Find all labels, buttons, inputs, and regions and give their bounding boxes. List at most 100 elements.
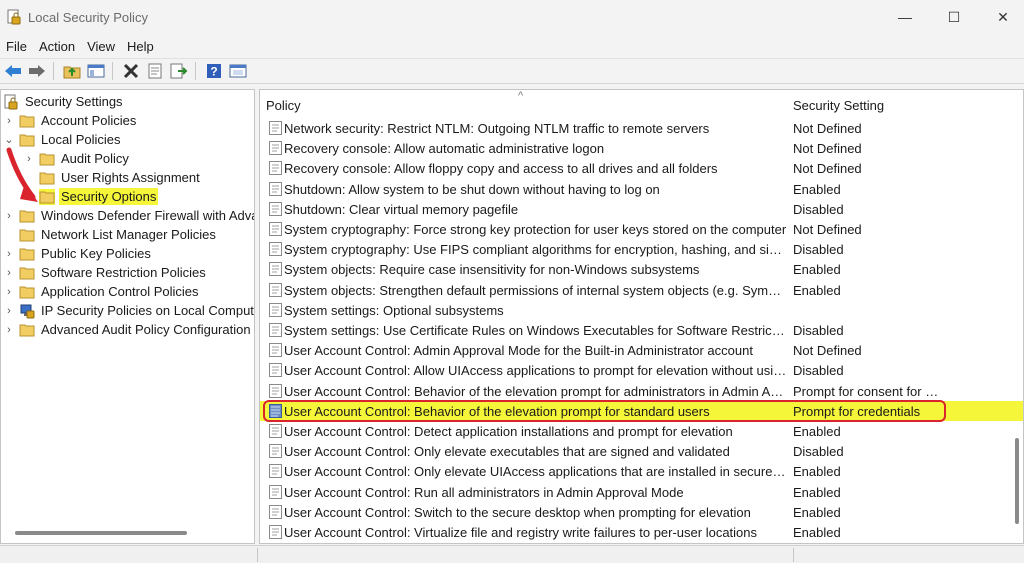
table-row[interactable]: User Account Control: Allow UIAccess app… [260, 360, 1023, 380]
table-row[interactable]: User Account Control: Behavior of the el… [260, 401, 1023, 421]
policy-name: System settings: Use Certificate Rules o… [284, 323, 787, 338]
tree-item-windows-defender-firewall[interactable]: › Windows Defender Firewall with Advan [3, 206, 255, 225]
menu-bar: File Action View Help [0, 36, 160, 56]
delete-icon[interactable] [120, 60, 142, 82]
security-setting-value: Disabled [793, 202, 844, 217]
tree-item-security-settings[interactable]: Security Settings [3, 92, 125, 111]
tree-horizontal-scrollbar[interactable] [15, 531, 187, 535]
tree-item-software-restriction-policies[interactable]: › Software Restriction Policies [3, 263, 208, 282]
security-setting-value: Prompt for consent for n... [793, 384, 941, 399]
tree-item-label: Security Settings [25, 94, 123, 109]
export-list-icon[interactable] [168, 60, 190, 82]
table-row[interactable]: System cryptography: Use FIPS compliant … [260, 239, 1023, 259]
table-row[interactable]: User Account Control: Behavior of the el… [260, 381, 1023, 401]
local-security-policy-app-icon [6, 9, 22, 25]
policy-setting-icon [269, 485, 282, 499]
chevron-right-icon[interactable]: › [3, 248, 15, 260]
tree-item-network-list-manager-policies[interactable]: Network List Manager Policies [19, 225, 218, 244]
security-setting-value: Enabled [793, 485, 841, 500]
menu-file[interactable]: File [0, 39, 33, 54]
security-setting-value: Disabled [793, 323, 844, 338]
tree-item-user-rights-assignment[interactable]: User Rights Assignment [39, 168, 202, 187]
tree-item-audit-policy[interactable]: › Audit Policy [23, 149, 131, 168]
toolbar-separator [112, 62, 113, 80]
folder-icon [19, 208, 35, 224]
security-setting-value: Disabled [793, 444, 844, 459]
policy-setting-icon [269, 161, 282, 175]
console-icon[interactable] [227, 60, 249, 82]
policy-setting-icon [269, 363, 282, 377]
show-hide-tree-icon[interactable] [85, 60, 107, 82]
policy-name: Network security: Restrict NTLM: Outgoin… [284, 121, 710, 136]
security-setting-value: Enabled [793, 464, 841, 479]
policy-setting-icon [269, 404, 282, 418]
table-row[interactable]: System objects: Require case insensitivi… [260, 259, 1023, 279]
chevron-right-icon[interactable]: › [3, 115, 15, 127]
tree-item-ip-security-policies[interactable]: › IP Security Policies on Local Computer [3, 301, 255, 320]
chevron-right-icon[interactable]: › [3, 324, 15, 336]
table-row[interactable]: User Account Control: Only elevate UIAcc… [260, 461, 1023, 481]
column-header-security-setting[interactable]: Security Setting [793, 98, 884, 113]
tree-item-public-key-policies[interactable]: › Public Key Policies [3, 244, 153, 263]
table-row[interactable]: Shutdown: Clear virtual memory pagefile D… [260, 199, 1023, 219]
minimize-button[interactable]: — [880, 0, 930, 34]
security-setting-value: Enabled [793, 182, 841, 197]
column-header-policy[interactable]: Policy [266, 98, 301, 113]
tree-item-label: Advanced Audit Policy Configuration [41, 322, 251, 337]
chevron-down-icon[interactable]: ⌄ [3, 133, 15, 146]
console-tree-pane[interactable]: Security Settings › Account Policies ⌄ L… [0, 89, 255, 544]
table-row[interactable]: Recovery console: Allow automatic admini… [260, 138, 1023, 158]
menu-help[interactable]: Help [121, 39, 160, 54]
policy-name: Shutdown: Allow system to be shut down w… [284, 182, 660, 197]
chevron-right-icon[interactable]: › [3, 210, 15, 222]
menu-action[interactable]: Action [33, 39, 81, 54]
tree-item-label: IP Security Policies on Local Computer [41, 303, 255, 318]
policy-name: User Account Control: Only elevate UIAcc… [284, 464, 787, 479]
back-icon[interactable] [2, 60, 24, 82]
security-setting-value: Enabled [793, 424, 841, 439]
security-setting-value: Not Defined [793, 121, 862, 136]
table-row[interactable]: User Account Control: Switch to the secu… [260, 502, 1023, 522]
chevron-right-icon[interactable]: › [3, 305, 15, 317]
table-row[interactable]: Recovery console: Allow floppy copy and … [260, 158, 1023, 178]
policy-name: User Account Control: Switch to the secu… [284, 505, 751, 520]
folder-icon [19, 322, 35, 338]
tree-item-security-options[interactable]: Security Options [39, 187, 159, 206]
policy-list-pane[interactable]: ^ Policy Security Setting Network securi… [259, 89, 1024, 544]
security-setting-value: Enabled [793, 505, 841, 520]
table-row[interactable]: System settings: Optional subsystems [260, 300, 1023, 320]
forward-icon[interactable] [26, 60, 48, 82]
menu-view[interactable]: View [81, 39, 121, 54]
list-vertical-scrollbar[interactable] [1015, 438, 1019, 524]
tree-item-account-policies[interactable]: › Account Policies [3, 111, 138, 130]
chevron-right-icon[interactable]: › [3, 267, 15, 279]
toolbar-separator [53, 62, 54, 80]
chevron-right-icon[interactable]: › [23, 153, 35, 165]
security-setting-value: Not Defined [793, 222, 862, 237]
security-setting-value: Not Defined [793, 161, 862, 176]
table-row[interactable]: System objects: Strengthen default permi… [260, 280, 1023, 300]
table-row[interactable]: User Account Control: Virtualize file an… [260, 522, 1023, 542]
window-title: Local Security Policy [28, 9, 148, 25]
tree-item-label: Windows Defender Firewall with Advan [41, 208, 255, 223]
chevron-right-icon[interactable]: › [3, 286, 15, 298]
table-row[interactable]: User Account Control: Detect application… [260, 421, 1023, 441]
help-icon[interactable]: ? [203, 60, 225, 82]
tree-item-label: Account Policies [41, 113, 137, 128]
table-row[interactable]: System cryptography: Force strong key pr… [260, 219, 1023, 239]
tree-item-application-control-policies[interactable]: › Application Control Policies [3, 282, 201, 301]
table-row[interactable]: System settings: Use Certificate Rules o… [260, 320, 1023, 340]
table-row[interactable]: User Account Control: Admin Approval Mod… [260, 340, 1023, 360]
close-button[interactable]: ✕ [978, 0, 1024, 34]
table-row[interactable]: Network security: Restrict NTLM: Outgoin… [260, 118, 1023, 138]
security-setting-value: Enabled [793, 262, 841, 277]
tree-item-advanced-audit-policy-configuration[interactable]: › Advanced Audit Policy Configuration [3, 320, 253, 339]
table-row[interactable]: Shutdown: Allow system to be shut down w… [260, 179, 1023, 199]
tree-item-local-policies[interactable]: ⌄ Local Policies [3, 130, 123, 149]
up-folder-icon[interactable] [61, 60, 83, 82]
policy-name: System objects: Require case insensitivi… [284, 262, 700, 277]
maximize-button[interactable]: ☐ [929, 0, 979, 34]
table-row[interactable]: User Account Control: Run all administra… [260, 482, 1023, 502]
properties-icon[interactable] [144, 60, 166, 82]
table-row[interactable]: User Account Control: Only elevate execu… [260, 441, 1023, 461]
